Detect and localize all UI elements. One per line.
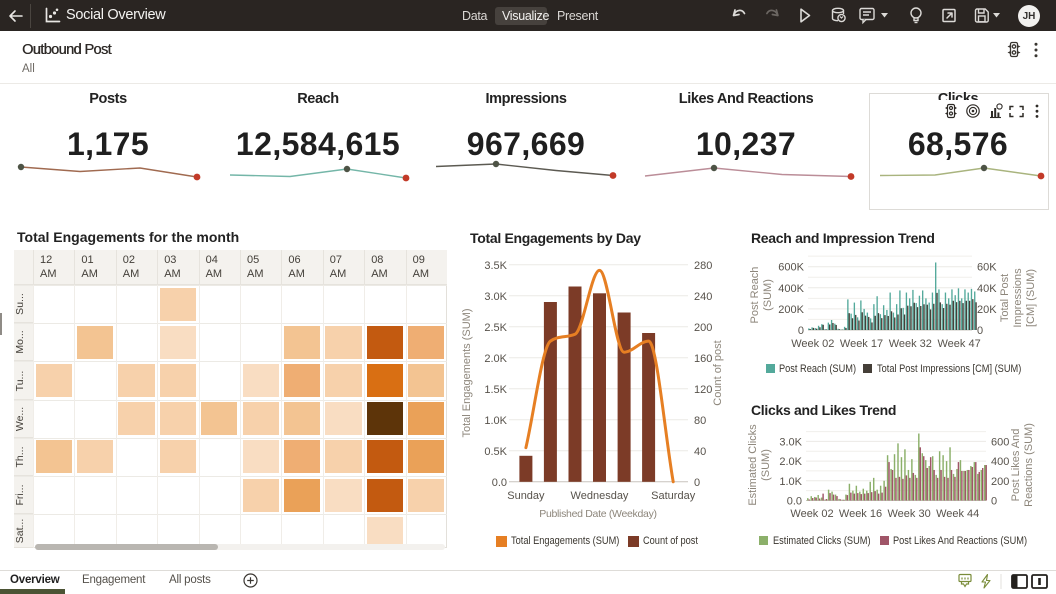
svg-text:40K: 40K — [977, 283, 997, 295]
svg-text:Published Date (Weekday): Published Date (Weekday) — [539, 508, 657, 520]
svg-text:0: 0 — [694, 477, 700, 489]
svg-text:0: 0 — [977, 325, 983, 337]
svg-text:Post Likes And: Post Likes And — [1010, 429, 1022, 502]
svg-text:600K: 600K — [778, 262, 804, 274]
svg-text:2.0K: 2.0K — [779, 456, 802, 468]
svg-text:200: 200 — [694, 322, 712, 334]
svg-text:400: 400 — [991, 456, 1009, 468]
svg-text:240: 240 — [694, 291, 712, 303]
svg-text:Reactions (SUM): Reactions (SUM) — [1023, 423, 1035, 507]
svg-text:Post Reach: Post Reach — [749, 267, 761, 324]
svg-text:Count of post: Count of post — [712, 340, 724, 405]
svg-text:(SUM): (SUM) — [760, 449, 772, 481]
svg-text:3.0K: 3.0K — [484, 291, 507, 303]
svg-text:Week 17: Week 17 — [840, 338, 883, 350]
svg-text:Sunday: Sunday — [507, 490, 545, 502]
svg-text:Week 44: Week 44 — [936, 508, 979, 520]
svg-text:Total Engagements (SUM): Total Engagements (SUM) — [461, 309, 473, 438]
svg-text:Total Post: Total Post — [999, 274, 1011, 322]
svg-text:Week 16: Week 16 — [839, 508, 882, 520]
svg-text:80: 80 — [694, 415, 706, 427]
svg-text:Week 30: Week 30 — [887, 508, 930, 520]
svg-text:2.5K: 2.5K — [484, 322, 507, 334]
svg-text:280: 280 — [694, 260, 712, 272]
svg-text:20K: 20K — [977, 304, 997, 316]
svg-text:Wednesday: Wednesday — [571, 490, 629, 502]
svg-text:1.5K: 1.5K — [484, 384, 507, 396]
svg-text:[CM] (SUM): [CM] (SUM) — [1025, 269, 1037, 327]
svg-text:3.5K: 3.5K — [484, 260, 507, 272]
svg-text:Saturday: Saturday — [651, 490, 696, 502]
svg-text:0: 0 — [798, 325, 804, 337]
svg-text:400K: 400K — [778, 283, 804, 295]
svg-text:0.0: 0.0 — [492, 477, 507, 489]
svg-text:1.0K: 1.0K — [779, 476, 802, 488]
svg-text:Estimated Clicks: Estimated Clicks — [747, 424, 759, 506]
svg-text:0: 0 — [991, 496, 997, 508]
svg-text:Week 02: Week 02 — [791, 338, 834, 350]
svg-text:0.5K: 0.5K — [484, 446, 507, 458]
svg-text:600: 600 — [991, 436, 1009, 448]
svg-text:Impressions: Impressions — [1012, 268, 1024, 328]
svg-text:Week 47: Week 47 — [937, 338, 980, 350]
svg-text:Week 32: Week 32 — [889, 338, 932, 350]
svg-text:200K: 200K — [778, 304, 804, 316]
svg-text:(SUM): (SUM) — [762, 279, 774, 311]
svg-text:2.0K: 2.0K — [484, 353, 507, 365]
svg-text:Week 02: Week 02 — [790, 508, 833, 520]
svg-text:0.0: 0.0 — [787, 496, 802, 508]
svg-text:120: 120 — [694, 384, 712, 396]
svg-text:200: 200 — [991, 476, 1009, 488]
svg-text:160: 160 — [694, 353, 712, 365]
svg-text:40: 40 — [694, 446, 706, 458]
svg-text:1.0K: 1.0K — [484, 415, 507, 427]
svg-text:3.0K: 3.0K — [779, 436, 802, 448]
svg-text:60K: 60K — [977, 262, 997, 274]
